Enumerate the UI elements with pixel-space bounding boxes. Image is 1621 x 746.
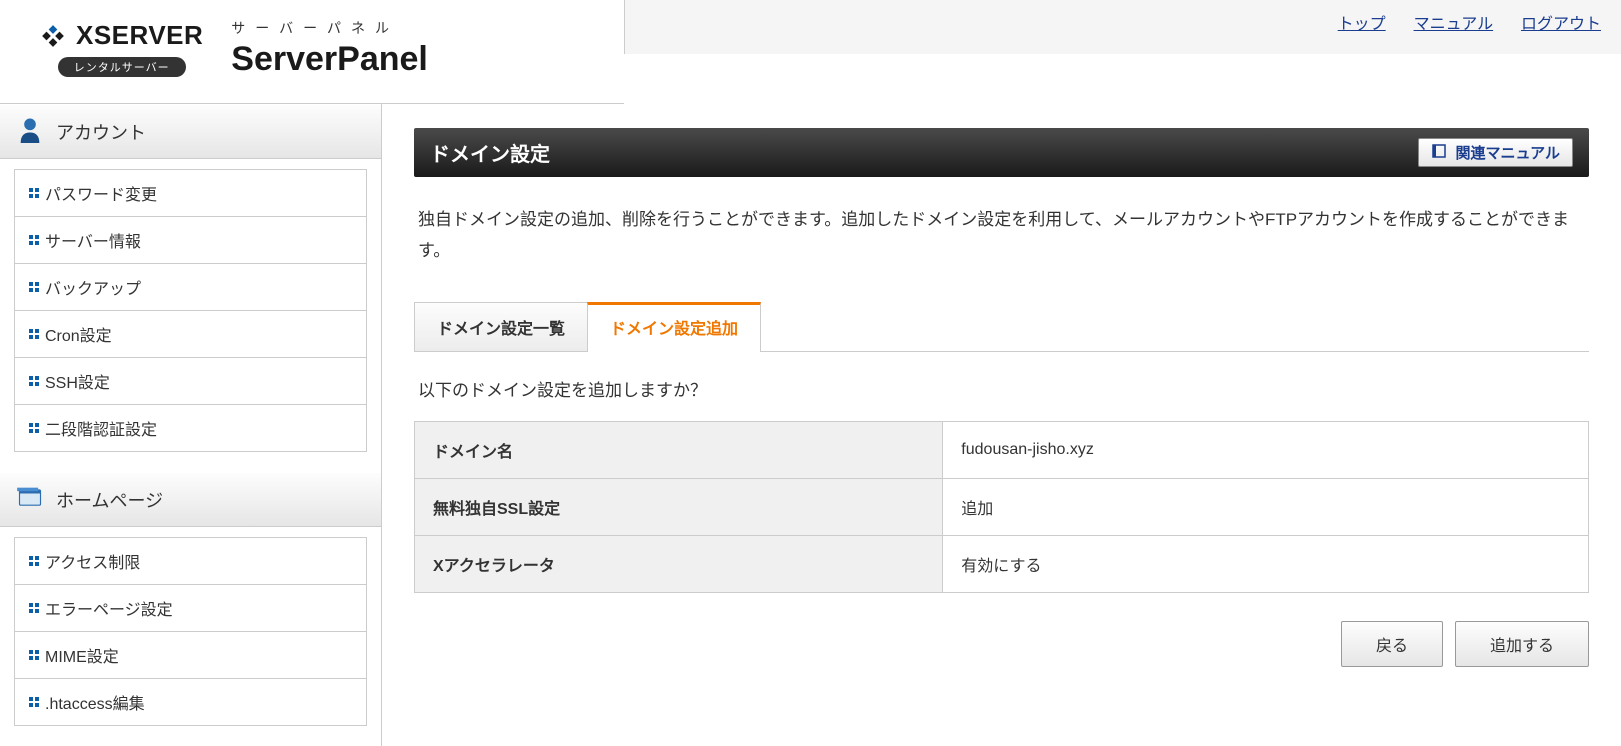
page-title-bar: ドメイン設定 関連マニュアル — [414, 128, 1589, 177]
sidebar-item-label: アクセス制限 — [45, 549, 140, 573]
accel-value: 有効にする — [943, 536, 1589, 593]
brand-name: XSERVER — [76, 20, 203, 51]
sidebar-item-serverinfo[interactable]: サーバー情報 — [14, 217, 367, 264]
sidebar-item-errorpage[interactable]: エラーページ設定 — [14, 585, 367, 632]
sidebar-item-label: バックアップ — [45, 275, 141, 299]
add-button[interactable]: 追加する — [1455, 621, 1589, 667]
sidebar-list-account: パスワード変更 サーバー情報 バックアップ Cron設定 SSH設定 二段階認証… — [0, 159, 381, 472]
sidebar: アカウント パスワード変更 サーバー情報 バックアップ Cron設定 SSH設定… — [0, 104, 382, 746]
bullet-icon — [29, 376, 39, 386]
tab-domain-list[interactable]: ドメイン設定一覧 — [414, 302, 588, 351]
confirm-table: ドメイン名 fudousan-jisho.xyz 無料独自SSL設定 追加 Xア… — [414, 421, 1589, 593]
sidebar-list-homepage: アクセス制限 エラーページ設定 MIME設定 .htaccess編集 — [0, 527, 381, 746]
top-links: トップ マニュアル ログアウト — [1314, 10, 1601, 34]
sidebar-item-label: エラーページ設定 — [45, 596, 173, 620]
page-title: ドメイン設定 — [430, 138, 550, 167]
bullet-icon — [29, 603, 39, 613]
main-content: ドメイン設定 関連マニュアル 独自ドメイン設定の追加、削除を行うことができます。… — [382, 104, 1621, 746]
sidebar-item-label: SSH設定 — [45, 369, 110, 393]
sidebar-section-homepage: ホームページ — [0, 472, 381, 527]
ssl-label: 無料独自SSL設定 — [415, 479, 943, 536]
sidebar-section-account-title: アカウント — [56, 119, 146, 145]
sidebar-item-label: MIME設定 — [45, 643, 119, 667]
page-description: 独自ドメイン設定の追加、削除を行うことができます。追加したドメイン設定を利用して… — [418, 205, 1585, 266]
logo-badge: レンタルサーバー — [58, 57, 186, 77]
domain-name-label: ドメイン名 — [415, 422, 943, 479]
confirm-text: 以下のドメイン設定を追加しますか？ — [418, 376, 1585, 401]
ssl-value: 追加 — [943, 479, 1589, 536]
sidebar-item-label: パスワード変更 — [45, 181, 157, 205]
sidebar-item-label: .htaccess編集 — [45, 690, 145, 714]
logo-block: XSERVER レンタルサーバー — [40, 20, 203, 77]
tab-bar: ドメイン設定一覧 ドメイン設定追加 — [414, 302, 1589, 352]
top-link-logout[interactable]: ログアウト — [1521, 16, 1601, 33]
sidebar-item-label: Cron設定 — [45, 322, 112, 346]
panel-title: サーバーパネル ServerPanel — [231, 18, 428, 79]
bullet-icon — [29, 556, 39, 566]
sidebar-item-label: 二段階認証設定 — [45, 416, 157, 440]
sidebar-item-ssh[interactable]: SSH設定 — [14, 358, 367, 405]
sidebar-item-htaccess[interactable]: .htaccess編集 — [14, 679, 367, 726]
person-icon — [16, 115, 44, 148]
sidebar-item-access[interactable]: アクセス制限 — [14, 537, 367, 585]
sidebar-item-backup[interactable]: バックアップ — [14, 264, 367, 311]
manual-button-label: 関連マニュアル — [1455, 142, 1560, 163]
table-row: ドメイン名 fudousan-jisho.xyz — [415, 422, 1589, 479]
domain-name-value: fudousan-jisho.xyz — [943, 422, 1589, 479]
table-row: 無料独自SSL設定 追加 — [415, 479, 1589, 536]
header: XSERVER レンタルサーバー サーバーパネル ServerPanel — [0, 0, 624, 104]
bullet-icon — [29, 329, 39, 339]
button-row: 戻る 追加する — [414, 621, 1589, 667]
bullet-icon — [29, 235, 39, 245]
sidebar-item-label: サーバー情報 — [45, 228, 141, 252]
panel-subtitle: サーバーパネル — [231, 18, 428, 38]
xserver-logo-icon — [40, 23, 66, 49]
top-link-top[interactable]: トップ — [1338, 16, 1386, 33]
related-manual-button[interactable]: 関連マニュアル — [1418, 138, 1573, 167]
logo: XSERVER — [40, 20, 203, 51]
homepage-icon — [16, 483, 44, 516]
sidebar-item-mime[interactable]: MIME設定 — [14, 632, 367, 679]
book-icon — [1431, 143, 1447, 163]
bullet-icon — [29, 697, 39, 707]
top-link-manual[interactable]: マニュアル — [1414, 16, 1494, 33]
sidebar-section-account: アカウント — [0, 104, 381, 159]
bullet-icon — [29, 282, 39, 292]
back-button[interactable]: 戻る — [1341, 621, 1443, 667]
sidebar-section-homepage-title: ホームページ — [56, 487, 163, 513]
sidebar-item-cron[interactable]: Cron設定 — [14, 311, 367, 358]
tab-domain-add[interactable]: ドメイン設定追加 — [587, 302, 761, 352]
accel-label: Xアクセラレータ — [415, 536, 943, 593]
table-row: Xアクセラレータ 有効にする — [415, 536, 1589, 593]
bullet-icon — [29, 188, 39, 198]
bullet-icon — [29, 423, 39, 433]
bullet-icon — [29, 650, 39, 660]
sidebar-item-2fa[interactable]: 二段階認証設定 — [14, 405, 367, 452]
sidebar-item-password[interactable]: パスワード変更 — [14, 169, 367, 217]
panel-main-title: ServerPanel — [231, 40, 428, 79]
